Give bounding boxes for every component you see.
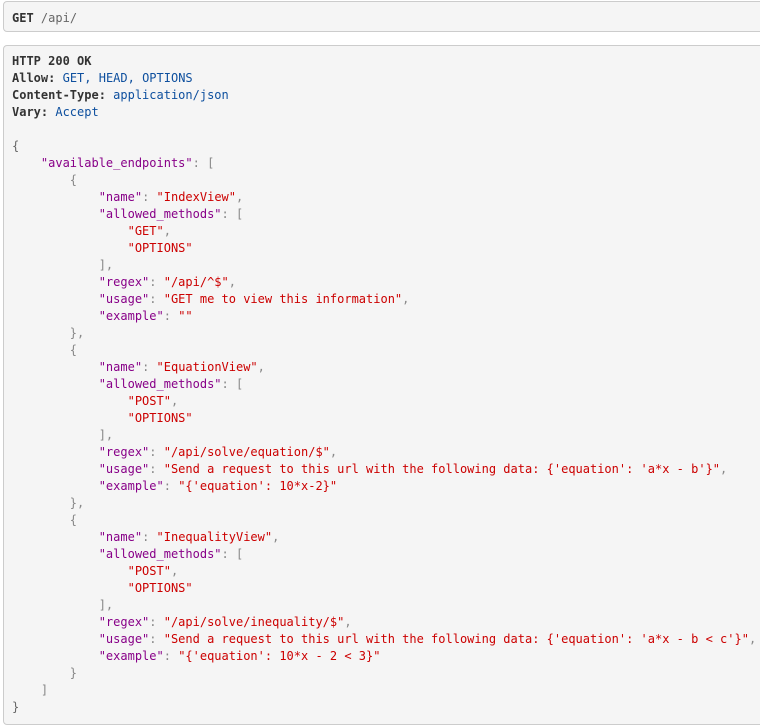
json-root-key: "available_endpoints" xyxy=(40,156,193,170)
json-key-regex: "regex" xyxy=(98,445,150,459)
header-allow-key: Allow: xyxy=(12,71,56,85)
response-status: HTTP 200 OK xyxy=(12,54,92,68)
json-key-name: "name" xyxy=(98,530,143,544)
json-key-example: "example" xyxy=(98,649,164,663)
endpoint-method: "POST" xyxy=(127,564,171,578)
endpoint-method: "OPTIONS" xyxy=(127,581,193,595)
endpoint-example: "{'equation': 10*x-2}" xyxy=(178,479,338,493)
endpoint-usage: "Send a request to this url with the fol… xyxy=(163,462,721,476)
endpoint-usage: "GET me to view this information" xyxy=(163,292,403,306)
endpoint-usage: "Send a request to this url with the fol… xyxy=(163,632,749,646)
json-key-regex: "regex" xyxy=(98,615,150,629)
json-key-usage: "usage" xyxy=(98,462,150,476)
json-key-usage: "usage" xyxy=(98,632,150,646)
header-vary-key: Vary: xyxy=(12,105,49,119)
json-key-allowed-methods: "allowed_methods" xyxy=(98,207,222,221)
json-key-regex: "regex" xyxy=(98,275,150,289)
json-close-brace: } xyxy=(12,700,20,714)
endpoint-example: "" xyxy=(178,309,193,323)
response-info-panel: HTTP 200 OK Allow: GET, HEAD, OPTIONS Co… xyxy=(3,45,760,725)
json-key-usage: "usage" xyxy=(98,292,150,306)
json-key-example: "example" xyxy=(98,479,164,493)
header-content-type-key: Content-Type: xyxy=(12,88,106,102)
json-key-allowed-methods: "allowed_methods" xyxy=(98,377,222,391)
json-key-name: "name" xyxy=(98,190,143,204)
endpoint-method: "GET" xyxy=(127,224,164,238)
header-allow-value: GET, HEAD, OPTIONS xyxy=(62,71,193,85)
request-line: GET /api/ xyxy=(12,11,77,26)
response-pre: HTTP 200 OK Allow: GET, HEAD, OPTIONS Co… xyxy=(12,54,757,714)
request-info-bar: GET /api/ xyxy=(3,1,760,32)
header-content-type-value: application/json xyxy=(113,88,229,102)
json-key-example: "example" xyxy=(98,309,164,323)
endpoint-regex: "/api/^$" xyxy=(163,275,229,289)
json-open-brace: { xyxy=(12,139,20,153)
request-method: GET xyxy=(12,11,34,25)
endpoint-name: "EquationView" xyxy=(156,360,258,374)
endpoint-regex: "/api/solve/inequality/$" xyxy=(163,615,345,629)
endpoint-regex: "/api/solve/equation/$" xyxy=(163,445,330,459)
endpoint-method: "POST" xyxy=(127,394,171,408)
endpoint-name: "IndexView" xyxy=(156,190,236,204)
header-vary-value: Accept xyxy=(55,105,99,119)
endpoint-name: "InequalityView" xyxy=(156,530,273,544)
json-key-allowed-methods: "allowed_methods" xyxy=(98,547,222,561)
endpoint-example: "{'equation': 10*x - 2 < 3}" xyxy=(178,649,381,663)
json-key-name: "name" xyxy=(98,360,143,374)
endpoint-method: "OPTIONS" xyxy=(127,241,193,255)
request-path: /api/ xyxy=(40,11,78,25)
endpoint-method: "OPTIONS" xyxy=(127,411,193,425)
